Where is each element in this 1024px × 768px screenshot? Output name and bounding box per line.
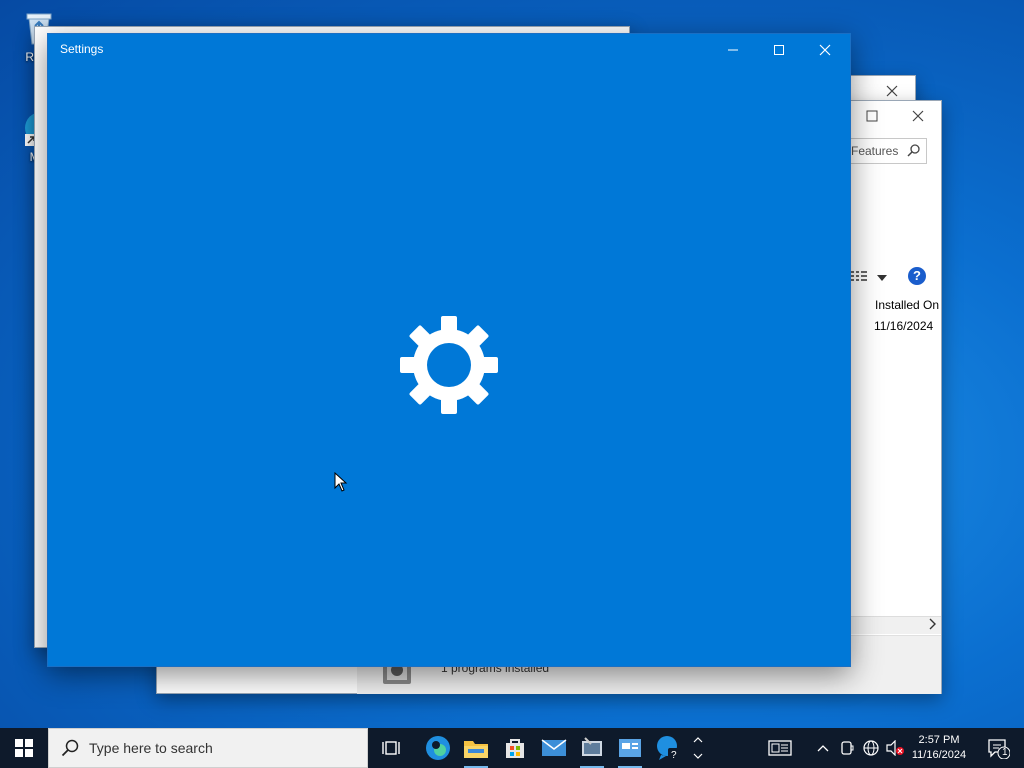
maximize-icon xyxy=(774,44,784,55)
minimize-button[interactable] xyxy=(710,34,756,65)
maximize-icon[interactable] xyxy=(849,101,895,131)
clock-time: 2:57 PM xyxy=(918,734,960,746)
search-placeholder: Type here to search xyxy=(89,740,213,756)
column-header-installed-on[interactable]: Installed On xyxy=(847,295,942,317)
close-icon xyxy=(819,44,831,55)
view-options-button[interactable] xyxy=(851,267,887,287)
device-icon xyxy=(841,741,854,755)
close-icon[interactable] xyxy=(895,101,941,131)
windows-logo-icon xyxy=(15,739,33,757)
gear-icon xyxy=(400,316,498,414)
notification-count: 1 xyxy=(1002,747,1008,758)
view-list-icon xyxy=(851,270,869,285)
news-icon xyxy=(768,740,792,756)
help-icon[interactable]: ? xyxy=(908,267,926,285)
folder-icon xyxy=(464,741,488,758)
clock-date: 11/16/2024 xyxy=(911,749,967,761)
globe-icon xyxy=(863,740,879,756)
window-title: Settings xyxy=(60,42,104,56)
chevron-up-icon xyxy=(817,745,829,752)
tray-network[interactable] xyxy=(860,728,882,768)
tray-meet-now[interactable] xyxy=(836,728,858,768)
start-button[interactable] xyxy=(0,728,48,768)
maximize-button[interactable] xyxy=(756,34,802,65)
taskbar: Type here to search ? 2:57 PM 11/16/2024… xyxy=(0,728,1024,768)
svg-text:?: ? xyxy=(671,750,677,761)
chevron-down-icon xyxy=(693,753,703,759)
search-icon xyxy=(61,739,79,757)
taskbar-edge[interactable] xyxy=(418,728,458,768)
taskbar-app-2[interactable] xyxy=(610,728,650,768)
control-panel-icon xyxy=(582,737,602,756)
scroll-right-icon[interactable] xyxy=(929,618,937,633)
search-programs-placeholder: Features xyxy=(851,144,899,158)
help-icon: ? xyxy=(657,736,680,761)
edge-icon xyxy=(426,736,450,760)
mouse-cursor-icon xyxy=(334,471,348,495)
news-widget[interactable] xyxy=(764,728,796,768)
minimize-icon xyxy=(728,49,738,50)
chevron-up-icon xyxy=(693,737,703,743)
show-hidden-icons[interactable] xyxy=(812,728,834,768)
volume-muted-icon xyxy=(886,740,904,756)
search-icon xyxy=(907,144,920,160)
mail-icon xyxy=(541,739,567,756)
installed-on-cell: 11/16/2024 xyxy=(874,319,934,333)
settings-app-icon xyxy=(619,739,641,757)
taskbar-search-box[interactable]: Type here to search xyxy=(48,728,368,768)
tray-volume[interactable] xyxy=(884,728,906,768)
taskbar-store[interactable] xyxy=(495,728,535,768)
tray-clock[interactable]: 2:57 PM 11/16/2024 xyxy=(904,728,974,768)
settings-window[interactable]: Settings xyxy=(47,33,851,667)
task-view-button[interactable] xyxy=(372,728,412,768)
notification-center[interactable]: 1 xyxy=(978,728,1018,768)
taskbar-help[interactable]: ? xyxy=(648,728,688,768)
taskbar-scroll[interactable] xyxy=(689,728,707,768)
chevron-down-icon[interactable] xyxy=(877,270,887,284)
taskbar-mail[interactable] xyxy=(534,728,574,768)
task-view-icon xyxy=(382,741,400,755)
horizontal-scrollbar[interactable] xyxy=(849,616,941,634)
store-icon xyxy=(506,739,524,758)
taskbar-file-explorer[interactable] xyxy=(456,728,496,768)
taskbar-app-1[interactable] xyxy=(572,728,612,768)
close-button[interactable] xyxy=(802,34,848,65)
